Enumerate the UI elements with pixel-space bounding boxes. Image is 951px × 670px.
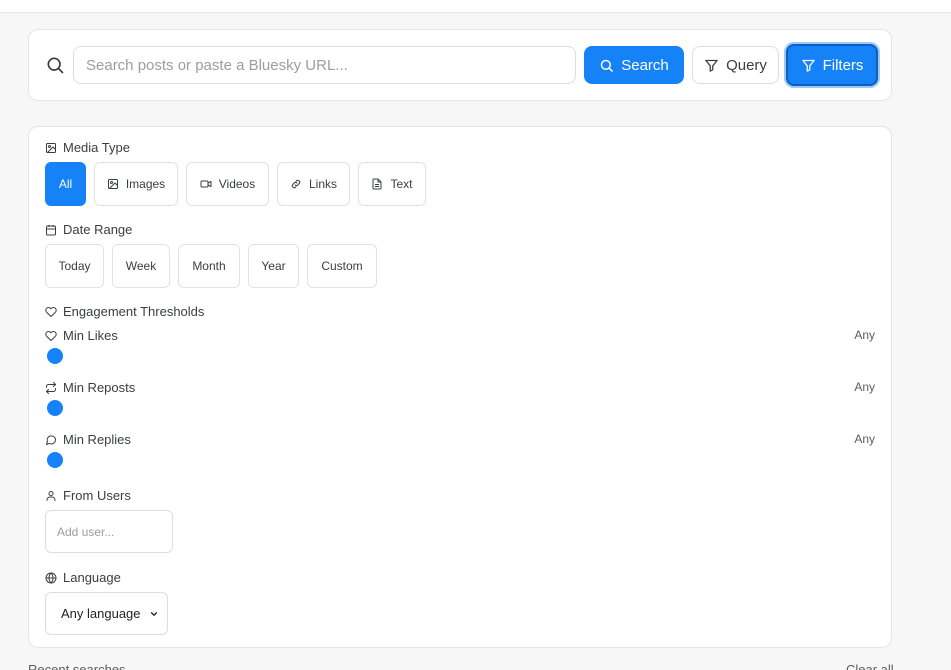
image-icon [107,179,118,189]
user-icon [46,490,56,501]
search-card: Search Query Filters [28,29,892,101]
min-reposts-label: Min Reposts [45,380,135,395]
min-replies-value: Any [854,432,875,446]
min-replies-label-text: Min Replies [63,432,131,447]
heart-icon [45,306,57,317]
filters-button-label: Filters [822,56,864,74]
filter-icon [801,59,815,72]
min-likes-value: Any [854,328,875,342]
search-icon [600,59,614,72]
media-option-text-label: Text [390,177,413,191]
date-option-custom[interactable]: Custom [307,244,377,288]
link-icon [291,179,301,189]
min-likes-label: Min Likes [45,328,118,343]
media-option-links-label: Links [308,177,337,191]
query-button[interactable]: Query [692,46,779,84]
message-circle-icon [46,434,56,445]
media-option-videos[interactable]: Videos [186,162,269,206]
image-icon [46,142,56,153]
engagement-label: Engagement Thresholds [45,304,204,319]
min-reposts-label-text: Min Reposts [63,380,136,395]
from-users-label-text: From Users [63,488,131,503]
language-select-value: Any language [61,606,141,621]
add-user-input[interactable] [45,510,173,553]
media-option-videos-label: Videos [218,177,256,191]
date-option-today-label: Today [58,259,91,273]
filters-button[interactable]: Filters [786,44,878,86]
media-option-all[interactable]: All [45,162,86,206]
media-type-label: Media Type [45,140,130,155]
from-users-label: From Users [45,488,131,503]
min-replies-slider[interactable] [47,452,63,468]
min-reposts-slider[interactable] [47,400,63,416]
query-button-label: Query [726,56,767,74]
search-icon [47,57,64,74]
date-option-week[interactable]: Week [112,244,170,288]
media-option-all-label: All [58,177,73,191]
date-range-label: Date Range [45,222,132,237]
date-option-year-label: Year [261,259,286,273]
search-button[interactable]: Search [584,46,684,84]
search-button-label: Search [621,56,669,74]
globe-icon [45,571,57,584]
heart-icon [45,330,57,341]
search-input[interactable] [73,46,576,84]
chevron-down-icon [150,611,158,616]
media-type-label-text: Media Type [63,140,130,155]
language-label: Language [45,570,121,585]
date-option-year[interactable]: Year [248,244,299,288]
min-likes-label-text: Min Likes [63,328,118,343]
date-option-custom-label: Custom [321,259,363,273]
top-bar [0,0,951,13]
min-likes-slider[interactable] [47,348,63,364]
media-option-images-label: Images [125,177,166,191]
filters-panel: Media Type All Images Videos Links Text … [28,126,892,648]
calendar-icon [46,224,56,235]
repeat-icon [46,381,56,394]
date-option-today[interactable]: Today [45,244,104,288]
min-replies-label: Min Replies [45,432,131,447]
date-option-week-label: Week [125,259,157,273]
engagement-label-text: Engagement Thresholds [63,304,205,319]
language-select[interactable]: Any language [45,592,168,635]
clear-all-link[interactable]: Clear all [846,662,894,670]
media-option-images[interactable]: Images [94,162,178,206]
date-option-month-label: Month [192,259,226,273]
media-option-text[interactable]: Text [358,162,426,206]
date-range-label-text: Date Range [63,222,133,237]
filter-icon [705,59,718,72]
min-reposts-value: Any [854,380,875,394]
file-text-icon [372,178,382,190]
media-option-links[interactable]: Links [277,162,350,206]
recent-searches-label: Recent searches [28,662,126,670]
date-option-month[interactable]: Month [178,244,240,288]
language-label-text: Language [63,570,121,585]
video-icon [200,180,212,188]
